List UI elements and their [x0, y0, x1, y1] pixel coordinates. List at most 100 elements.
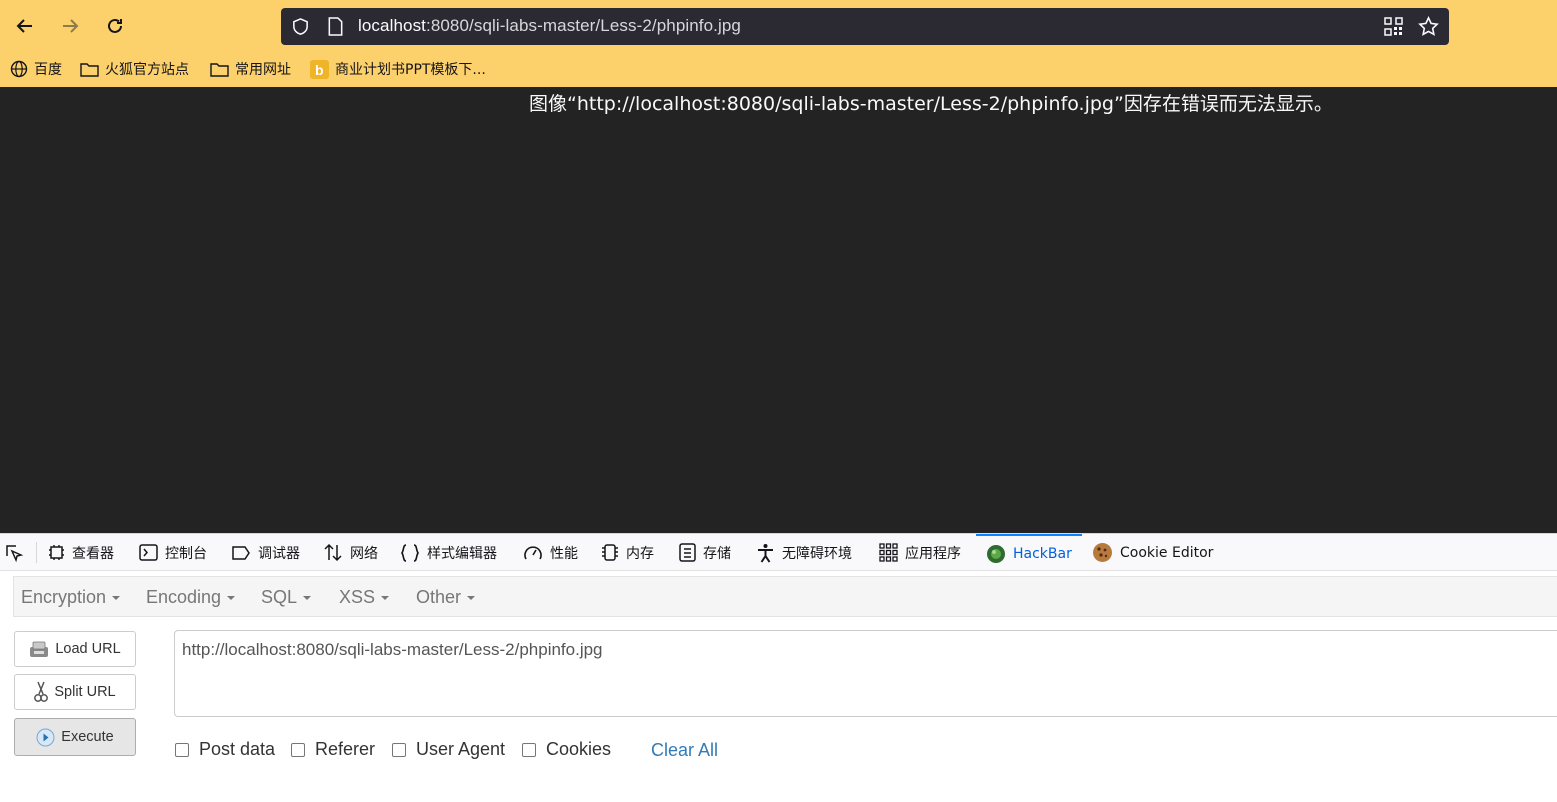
url-bar[interactable]: localhost:8080/sqli-labs-master/Less-2/p… — [281, 8, 1449, 45]
checkbox[interactable] — [175, 742, 189, 757]
tab-label: HackBar — [1013, 545, 1072, 562]
checkbox-post-data[interactable]: Post data — [175, 739, 275, 760]
bookmarks-bar: 百度 火狐官方站点 常用网址 b 商业计划书PPT模板下... — [0, 52, 1557, 87]
tab-label: 应用程序 — [905, 545, 961, 562]
checkbox-label: User Agent — [416, 739, 506, 759]
execute-button[interactable]: Execute — [14, 718, 136, 756]
menu-encryption[interactable]: Encryption — [21, 587, 121, 608]
load-url-button[interactable]: Load URL — [14, 631, 136, 667]
hackbar-url-textarea[interactable]: http://localhost:8080/sqli-labs-master/L… — [174, 630, 1557, 717]
qr-code-icon[interactable] — [1384, 17, 1403, 36]
storage-icon — [679, 543, 696, 562]
button-label: Split URL — [54, 684, 116, 700]
globe-icon — [10, 60, 28, 78]
image-error-message: 图像“http://localhost:8080/sqli-labs-maste… — [529, 93, 1333, 115]
memory-icon — [602, 544, 618, 561]
tab-label: Cookie Editor — [1120, 544, 1214, 561]
checkbox-label: Cookies — [546, 739, 612, 759]
inspector-icon — [49, 545, 64, 560]
tab-network[interactable]: 网络 — [323, 534, 378, 571]
menu-encoding[interactable]: Encoding — [146, 587, 236, 608]
caret-down-icon — [381, 596, 390, 601]
menu-label: Other — [416, 587, 462, 607]
tab-style-editor[interactable]: 样式编辑器 — [400, 534, 497, 571]
separator — [36, 542, 37, 563]
tab-debugger[interactable]: 调试器 — [231, 534, 300, 571]
split-url-button[interactable]: Split URL — [14, 674, 136, 710]
checkbox-referer[interactable]: Referer — [291, 739, 375, 760]
back-arrow-icon — [16, 19, 32, 33]
tab-console[interactable]: 控制台 — [139, 534, 207, 571]
tab-application[interactable]: 应用程序 — [879, 534, 961, 571]
button-label: Load URL — [55, 641, 121, 657]
performance-icon — [524, 545, 542, 559]
page-viewport: 图像“http://localhost:8080/sqli-labs-maste… — [0, 87, 1557, 533]
scissors-icon — [34, 681, 49, 702]
checkbox-user-agent[interactable]: User Agent — [392, 739, 505, 760]
tab-accessibility[interactable]: 无障碍环境 — [756, 534, 852, 571]
menu-sql[interactable]: SQL — [261, 587, 312, 608]
tab-label: 存储 — [703, 545, 731, 562]
checkbox[interactable] — [392, 742, 406, 757]
checkbox[interactable] — [291, 742, 305, 757]
caret-down-icon — [112, 596, 121, 601]
style-editor-icon — [401, 543, 419, 562]
tab-label: 样式编辑器 — [427, 545, 497, 562]
svg-text:b: b — [315, 62, 324, 78]
tab-label: 网络 — [350, 545, 378, 562]
tab-memory[interactable]: 内存 — [601, 534, 654, 571]
caret-down-icon — [227, 596, 236, 601]
cookie-icon — [1093, 543, 1112, 562]
reload-button[interactable] — [99, 10, 131, 42]
tab-label: 性能 — [550, 545, 578, 562]
bookmark-label: 商业计划书PPT模板下... — [335, 62, 486, 78]
clear-all-link[interactable]: Clear All — [651, 740, 718, 761]
bookmark-label: 火狐官方站点 — [105, 62, 189, 78]
devtools-tabbar: 查看器 控制台 调试器 网络 样式编辑器 性能 内存 存储 无障碍环境 应用程序… — [0, 533, 1557, 571]
element-picker-button[interactable] — [4, 534, 31, 571]
hackbar-icon — [987, 544, 1005, 563]
tab-hackbar[interactable]: HackBar — [976, 534, 1082, 571]
menu-xss[interactable]: XSS — [339, 587, 390, 608]
play-icon — [36, 728, 55, 746]
bookmark-folder-common[interactable]: 常用网址 — [210, 58, 291, 80]
star-icon[interactable] — [1418, 16, 1439, 37]
checkbox-label: Post data — [199, 739, 276, 759]
bookmark-label: 常用网址 — [235, 62, 291, 78]
menu-label: SQL — [261, 587, 298, 607]
bookmark-baidu[interactable]: 百度 — [10, 58, 62, 80]
button-label: Execute — [61, 729, 114, 745]
forward-arrow-icon — [63, 19, 79, 33]
checkbox-label: Referer — [315, 739, 376, 759]
tab-inspector[interactable]: 查看器 — [48, 534, 114, 571]
tab-label: 调试器 — [258, 545, 300, 562]
network-icon — [324, 543, 342, 562]
picker-icon — [6, 544, 24, 562]
hackbar-menubar: Encryption Encoding SQL XSS Other — [13, 576, 1557, 617]
menu-label: XSS — [339, 587, 376, 607]
checkbox-cookies[interactable]: Cookies — [522, 739, 611, 760]
page-icon — [328, 17, 343, 36]
console-icon — [139, 544, 158, 561]
tab-label: 无障碍环境 — [782, 545, 852, 562]
checkbox[interactable] — [522, 742, 536, 757]
back-button[interactable] — [9, 10, 41, 42]
bookmark-ppt[interactable]: b 商业计划书PPT模板下... — [310, 58, 486, 80]
tab-performance[interactable]: 性能 — [523, 534, 578, 571]
tab-storage[interactable]: 存储 — [679, 534, 731, 571]
tab-label: 控制台 — [165, 545, 207, 562]
forward-button[interactable] — [54, 10, 86, 42]
folder-icon — [210, 62, 229, 77]
hackbar-panel: Encryption Encoding SQL XSS Other Load U… — [0, 571, 1557, 802]
browser-toolbar: localhost:8080/sqli-labs-master/Less-2/p… — [0, 0, 1557, 52]
tab-cookie-editor[interactable]: Cookie Editor — [1092, 534, 1213, 571]
url-text[interactable]: localhost:8080/sqli-labs-master/Less-2/p… — [358, 16, 741, 36]
tab-label: 内存 — [626, 545, 654, 562]
tab-label: 查看器 — [72, 545, 114, 562]
shield-icon — [293, 18, 308, 35]
bookmark-folder-firefox[interactable]: 火狐官方站点 — [80, 58, 189, 80]
reload-icon — [108, 18, 122, 33]
menu-other[interactable]: Other — [416, 587, 476, 608]
debugger-icon — [232, 545, 250, 560]
bookmark-favicon: b — [310, 59, 329, 79]
